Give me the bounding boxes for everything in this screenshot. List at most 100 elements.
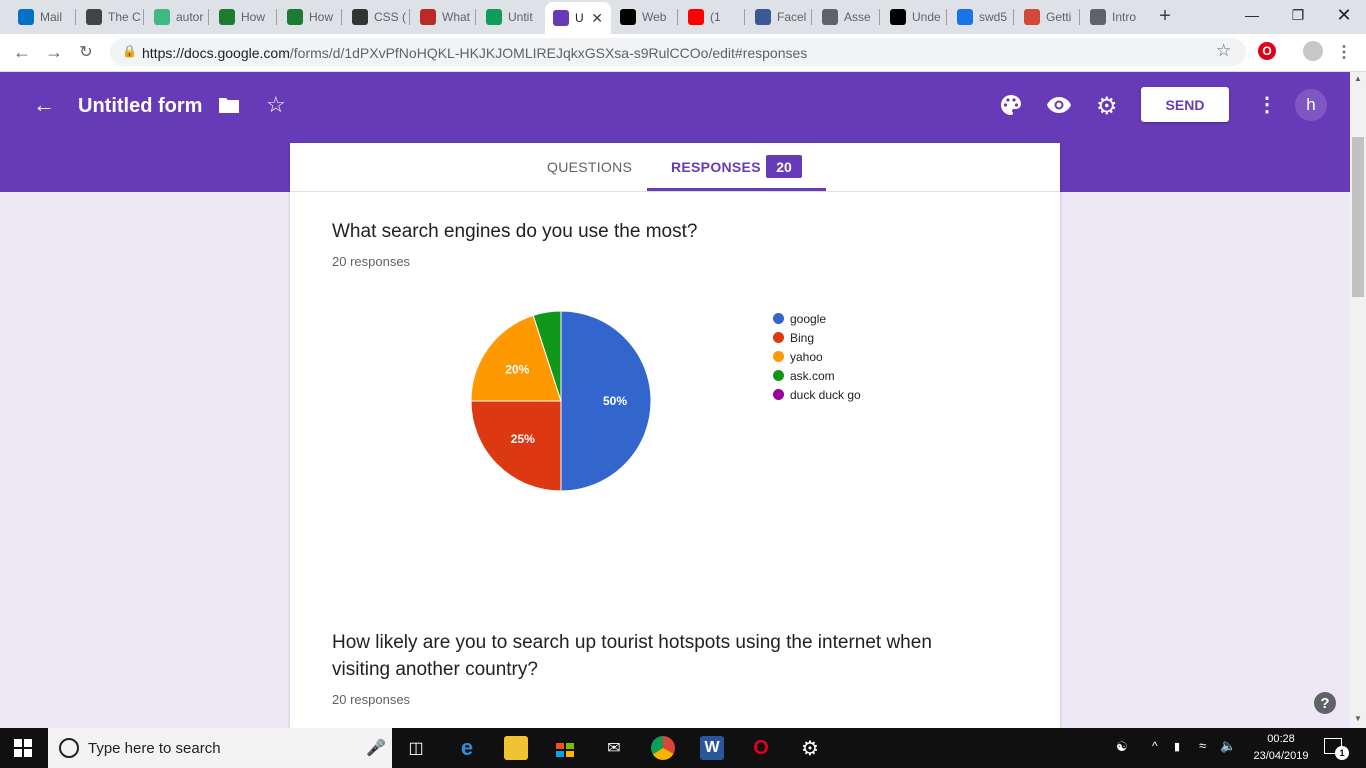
medium-icon (890, 9, 906, 25)
browser-tab[interactable]: Intro (1082, 4, 1146, 30)
taskbar-search-box[interactable]: Type here to search 🎤 (48, 728, 392, 768)
tab-separator (276, 9, 277, 25)
browser-tab-label: The C (108, 10, 141, 24)
profile-icon[interactable] (1303, 41, 1323, 61)
legend-label: duck duck go (790, 387, 861, 402)
back-icon[interactable]: ← (10, 40, 34, 64)
legend-item: ask.com (773, 366, 861, 385)
address-bar[interactable]: 🔒 https://docs.google.com/forms/d/1dPXvP… (110, 38, 1246, 66)
form-title[interactable]: Untitled form (78, 95, 202, 118)
legend-label: Bing (790, 330, 815, 345)
legend-item: Bing (773, 328, 861, 347)
browser-tab-label: How (241, 10, 266, 24)
scroll-down-icon[interactable]: ▼ (1354, 714, 1362, 723)
browser-tab-label: What (442, 10, 471, 24)
clock-date: 23/04/2019 (1253, 750, 1309, 762)
outlook-icon (18, 9, 34, 25)
browser-tab[interactable]: U ✕ (545, 2, 611, 34)
opera-extension-icon[interactable]: O (1258, 42, 1276, 60)
send-button[interactable]: SEND (1141, 87, 1229, 122)
browser-tab[interactable]: Facel (747, 4, 811, 30)
windows-start-icon[interactable] (14, 739, 32, 762)
browser-tab-label: (1 (710, 10, 721, 24)
tab-separator (409, 9, 410, 25)
browser-tab[interactable]: (1 (680, 4, 744, 30)
taskbar-search-placeholder: Type here to search (88, 740, 221, 757)
bookmark-star-icon[interactable]: ☆ (1216, 41, 1231, 61)
restore-icon[interactable]: ❐ (1275, 0, 1321, 30)
tab-separator (879, 9, 880, 25)
browser-tab[interactable]: The C (78, 4, 142, 30)
browser-tab[interactable]: Mail (10, 4, 74, 30)
edge-icon[interactable]: e (455, 735, 479, 760)
browser-tab[interactable]: autor (146, 4, 208, 30)
star-icon[interactable]: ☆ (266, 92, 286, 118)
browser-tab[interactable]: CSS ( (344, 4, 408, 30)
tab-separator (946, 9, 947, 25)
tab-separator (475, 9, 476, 25)
avatar[interactable]: h (1295, 89, 1327, 121)
taskbar-clock[interactable]: 00:28 23/04/2019 (1246, 731, 1316, 765)
volume-icon[interactable]: 🔈 (1220, 738, 1236, 754)
blue-toad-icon (86, 9, 102, 25)
task-view-icon[interactable]: ◫ (404, 736, 428, 760)
palette-icon[interactable] (1000, 94, 1022, 121)
pie-data-label: 20% (505, 362, 529, 376)
legend-item: duck duck go (773, 385, 861, 404)
browser-tab[interactable]: Unde (882, 4, 946, 30)
browser-tab[interactable]: How (211, 4, 275, 30)
folder-icon[interactable] (218, 96, 240, 119)
reload-icon[interactable]: ↻ (74, 40, 98, 64)
minimize-icon[interactable]: — (1229, 0, 1275, 30)
forward-icon[interactable]: → (42, 40, 66, 64)
legend-item: yahoo (773, 347, 861, 366)
word-icon[interactable]: W (700, 736, 724, 760)
wifi-icon[interactable]: ≈ (1199, 738, 1206, 753)
browser-tab[interactable]: What (412, 4, 474, 30)
notification-badge: 1 (1335, 746, 1349, 760)
browser-tab-label: Getti (1046, 10, 1072, 24)
help-icon[interactable]: ? (1314, 692, 1336, 714)
back-arrow-icon[interactable]: ← (33, 92, 55, 118)
android-icon (219, 9, 235, 25)
browser-menu-icon[interactable]: ⋮ (1336, 42, 1352, 62)
browser-tab[interactable]: swd5 (949, 4, 1013, 30)
browser-tab[interactable]: Untit (478, 4, 542, 30)
tab-questions[interactable]: QUESTIONS (547, 143, 632, 191)
mail-icon[interactable]: ✉ (602, 736, 626, 760)
responses-count-badge: 20 (766, 155, 802, 178)
opera-icon[interactable]: O (749, 736, 773, 760)
people-icon[interactable]: ☯ (1116, 739, 1128, 755)
preview-eye-icon[interactable] (1047, 97, 1071, 118)
page-icon (822, 9, 838, 25)
scroll-up-icon[interactable]: ▲ (1354, 74, 1362, 83)
microphone-icon[interactable]: 🎤 (366, 738, 386, 758)
url-text: https://docs.google.com/forms/d/1dPXvPfN… (142, 45, 808, 61)
browser-tab[interactable]: Getti (1016, 4, 1080, 30)
responses-card: QUESTIONS RESPONSES 20 What search engin… (290, 143, 1060, 728)
settings-icon[interactable]: ⚙ (798, 736, 822, 760)
tab-separator (811, 9, 812, 25)
chrome-icon[interactable] (651, 736, 675, 760)
pie-data-label: 50% (603, 394, 627, 408)
legend-swatch (773, 389, 784, 400)
browser-tab[interactable]: Web (612, 4, 676, 30)
file-explorer-icon[interactable] (504, 736, 528, 760)
store-icon[interactable] (553, 736, 577, 760)
tab-responses[interactable]: RESPONSES (671, 143, 761, 191)
page-scrollbar[interactable]: ▲ ▼ (1350, 72, 1366, 728)
legend-swatch (773, 313, 784, 324)
browser-tab[interactable]: How (279, 4, 341, 30)
close-tab-icon[interactable]: ✕ (591, 10, 603, 27)
new-tab-icon[interactable]: + (1153, 4, 1177, 28)
chevron-up-icon[interactable]: ^ (1152, 739, 1158, 753)
more-options-icon[interactable]: ⋮ (1257, 92, 1277, 117)
scroll-thumb[interactable] (1352, 137, 1364, 297)
tab-separator (341, 9, 342, 25)
browser-toolbar: ← → ↻ 🔒 https://docs.google.com/forms/d/… (0, 34, 1366, 72)
tab-separator (208, 9, 209, 25)
close-window-icon[interactable]: ✕ (1321, 0, 1366, 30)
cortana-icon (59, 738, 79, 758)
settings-gear-icon[interactable]: ⚙ (1096, 92, 1118, 121)
browser-tab[interactable]: Asse (814, 4, 878, 30)
